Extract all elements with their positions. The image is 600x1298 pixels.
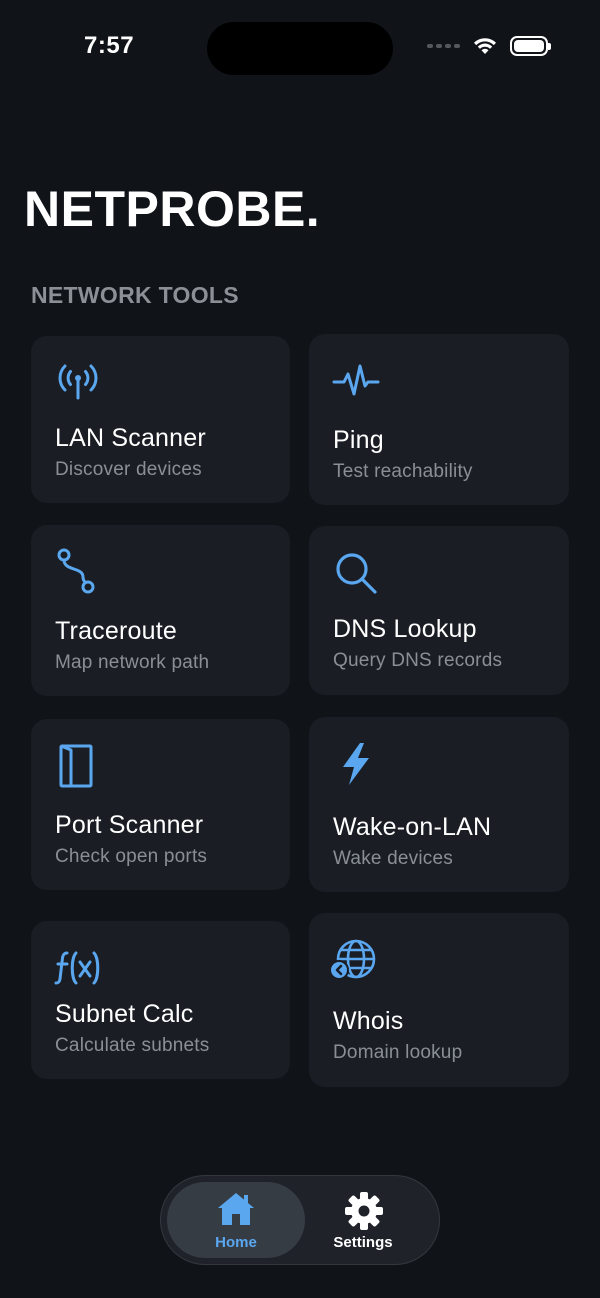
- tool-title: Whois: [333, 1007, 404, 1035]
- tool-subtitle: Wake devices: [333, 848, 453, 869]
- tool-tile-subnet-calc[interactable]: Subnet Calc Calculate subnets: [31, 921, 290, 1079]
- battery-icon: [510, 36, 551, 56]
- wifi-icon: [474, 38, 496, 54]
- tool-title: Subnet Calc: [55, 1000, 194, 1028]
- app-title: NETPROBE.: [24, 181, 321, 237]
- route-icon: [53, 547, 103, 597]
- tool-title: Port Scanner: [55, 811, 204, 839]
- tool-tile-ping[interactable]: Ping Test reachability: [309, 334, 569, 505]
- tool-subtitle: Query DNS records: [333, 650, 503, 671]
- status-time: 7:57: [84, 32, 135, 59]
- pulse-icon: [331, 356, 381, 406]
- section-title: NETWORK TOOLS: [31, 282, 239, 308]
- app-screen: 7:57 NETPROBE. NETWORK TOOLS LAN Scanner: [0, 0, 600, 1298]
- tool-tile-wake-on-lan[interactable]: Wake-on-LAN Wake devices: [309, 717, 569, 892]
- door-icon: [53, 741, 103, 791]
- tab-label-home: Home: [215, 1234, 257, 1251]
- function-icon: [53, 943, 103, 993]
- tab-label-settings[interactable]: Settings: [313, 1234, 413, 1251]
- tool-tile-whois[interactable]: Whois Domain lookup: [309, 913, 569, 1087]
- house-icon: [218, 1193, 254, 1225]
- tool-subtitle: Domain lookup: [333, 1042, 463, 1063]
- tab-home[interactable]: Home: [167, 1182, 305, 1258]
- globe-icon: [327, 937, 377, 987]
- tool-subtitle: Discover devices: [55, 459, 202, 480]
- search-icon: [331, 548, 381, 598]
- tool-tile-port-scanner[interactable]: Port Scanner Check open ports: [31, 719, 290, 890]
- tool-subtitle: Calculate subnets: [55, 1035, 210, 1056]
- tool-title: LAN Scanner: [55, 424, 206, 452]
- tool-tile-traceroute[interactable]: Traceroute Map network path: [31, 525, 290, 696]
- antenna-icon: [53, 358, 103, 408]
- tool-title: Traceroute: [55, 617, 177, 645]
- dynamic-island: [207, 22, 393, 75]
- tool-subtitle: Check open ports: [55, 846, 208, 867]
- bolt-icon: [331, 739, 381, 789]
- status-indicators: [427, 36, 551, 56]
- cellular-signal-icon: [427, 44, 460, 48]
- tool-title: DNS Lookup: [333, 615, 477, 643]
- tool-title: Ping: [333, 426, 384, 454]
- tool-subtitle: Map network path: [55, 652, 210, 673]
- tool-tile-dns-lookup[interactable]: DNS Lookup Query DNS records: [309, 526, 569, 695]
- tab-bar: Home Settings: [160, 1175, 440, 1265]
- tool-subtitle: Test reachability: [333, 461, 473, 482]
- tool-title: Wake-on-LAN: [333, 813, 492, 841]
- gear-icon[interactable]: [343, 1190, 385, 1232]
- tool-tile-lan-scanner[interactable]: LAN Scanner Discover devices: [31, 336, 290, 503]
